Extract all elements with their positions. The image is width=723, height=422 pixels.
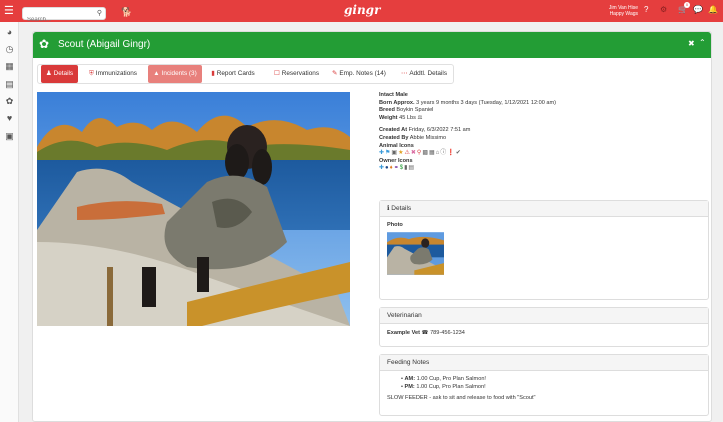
shield-icon: ⛨ bbox=[89, 70, 94, 77]
user-menu[interactable]: Jim Van Hise Happy Wags bbox=[604, 5, 638, 17]
pet-info: Intact Male Born Approx. 3 years 9 month… bbox=[379, 92, 709, 173]
breed-value: Boykin Spaniel bbox=[396, 107, 434, 114]
check-icon[interactable]: ✔ bbox=[456, 150, 462, 156]
weight-label: Weight bbox=[379, 114, 398, 121]
tab-label: Details bbox=[53, 70, 74, 77]
search-input[interactable] bbox=[23, 14, 93, 26]
created-by-label: Created By bbox=[379, 134, 409, 141]
top-navbar: ☰ ⚲ 🐕 gingr Jim Van Hise Happy Wags ? ⚙ … bbox=[0, 0, 723, 26]
warning-icon: ▲ bbox=[153, 70, 160, 77]
pet-sex: Intact Male bbox=[379, 92, 408, 98]
born-label: Born Approx. bbox=[379, 99, 415, 106]
feeding-pm: • PM: 1.00 Cup, Pro Plan Salmon! bbox=[401, 383, 486, 390]
book-icon[interactable]: ▣ bbox=[4, 131, 15, 142]
pet-photo-thumbnail[interactable] bbox=[387, 231, 444, 275]
tab-label: Emp. Notes (14) bbox=[339, 70, 386, 77]
scale-icon: ⚖ bbox=[417, 114, 423, 121]
am-value: 1.00 Cup, Pro Plan Salmon! bbox=[416, 376, 486, 382]
photo-label: Photo bbox=[387, 222, 403, 228]
pm-value: 1.00 Cup, Pro Plan Salmon! bbox=[416, 383, 486, 390]
tab-label: Report Cards bbox=[216, 70, 255, 77]
tab-details[interactable]: ♟ Details bbox=[41, 65, 78, 83]
tab-label: Reservations bbox=[281, 70, 320, 77]
tab-incidents[interactable]: ▲ Incidents (3) bbox=[148, 65, 202, 83]
feeding-card-header: Feeding Notes bbox=[380, 355, 708, 371]
user-org: Happy Wags bbox=[609, 11, 638, 17]
pet-tabs: ♟ Details ⛨ Immunizations ▲ Incidents (3) ▮… bbox=[37, 64, 454, 84]
owner-icons-label: Owner Icons bbox=[379, 157, 413, 164]
vet-phone[interactable]: 789-456-1234 bbox=[430, 330, 465, 336]
phone-icon: ☎ bbox=[421, 330, 429, 336]
vet-name: Example Vet bbox=[387, 330, 420, 336]
sidebar: ◕ ◷ ▦ ▤ ✿ ♥ ▣ bbox=[0, 22, 19, 422]
dog-icon[interactable]: 🐕 bbox=[121, 7, 132, 18]
created-at-label: Created At bbox=[379, 127, 408, 134]
grid-icon[interactable]: ▦ bbox=[429, 150, 436, 156]
tab-emp-notes[interactable]: ✎ Emp. Notes (14) bbox=[331, 65, 387, 83]
animal-icons-row: ✚⚑▣★⚠✖⚲▩▦⌂ⓘ❗✔ bbox=[379, 150, 709, 158]
created-by-value: Abbie Missimo bbox=[409, 134, 447, 141]
dashboard-icon[interactable]: ◕ bbox=[4, 27, 15, 38]
chat-icon[interactable]: 💬 bbox=[693, 5, 703, 15]
help-icon[interactable]: ? bbox=[644, 5, 648, 15]
cart-count-badge: 0 bbox=[684, 2, 690, 8]
heart-icon[interactable]: ♥ bbox=[4, 113, 15, 124]
app-logo[interactable]: gingr bbox=[344, 3, 380, 17]
paw-icon: ✿ bbox=[39, 37, 50, 51]
pm-label: PM: bbox=[404, 383, 415, 390]
info-icon: ℹ bbox=[387, 205, 390, 212]
am-label: AM: bbox=[404, 376, 416, 382]
born-value: 3 years 9 months 3 days (Tuesday, 1/12/2… bbox=[416, 99, 557, 106]
tab-addtl-details[interactable]: ⋯ Addtl. Details bbox=[399, 65, 449, 83]
clock-icon[interactable]: ◷ bbox=[4, 44, 15, 55]
pet-panel: ✿ Scout (Abigail Gingr) ✖ ⌃ ♟ Details ⛨ Im… bbox=[32, 31, 712, 422]
gear-icon[interactable]: ⚙ bbox=[660, 5, 667, 15]
feeding-notes-card: Feeding Notes • AM: 1.00 Cup, Pro Plan S… bbox=[379, 354, 709, 416]
tab-reservations[interactable]: ☐ Reservations bbox=[269, 65, 324, 83]
tab-label: Incidents (3) bbox=[161, 70, 197, 77]
panel-header: ✿ Scout (Abigail Gingr) ✖ ⌃ bbox=[33, 32, 711, 58]
bell-icon[interactable]: 🔔 bbox=[708, 5, 718, 15]
image-icon[interactable]: ▩ bbox=[422, 150, 429, 156]
chevron-up-icon[interactable]: ⌃ bbox=[699, 38, 706, 47]
veterinarian-card: Veterinarian Example Vet ☎ 789-456-1234 bbox=[379, 307, 709, 347]
tab-immunizations[interactable]: ⛨ Immunizations bbox=[84, 65, 142, 83]
pet-title: Scout (Abigail Gingr) bbox=[58, 39, 151, 50]
user-icon: ♟ bbox=[45, 70, 52, 77]
pencil-icon: ✎ bbox=[332, 70, 338, 77]
search-box[interactable]: ⚲ bbox=[22, 7, 106, 26]
tab-report-cards[interactable]: ▮ Report Cards bbox=[208, 65, 258, 83]
card-title: Details bbox=[391, 205, 412, 212]
breed-label: Breed bbox=[379, 107, 395, 114]
ellipsis-icon: ⋯ bbox=[400, 70, 408, 77]
card-icon[interactable]: ▤ bbox=[408, 165, 415, 171]
tab-label: Immunizations bbox=[95, 70, 137, 77]
owner-icons-row: ✚●♦⚭$▮▤ bbox=[379, 165, 709, 173]
weight-value: 45 Lbs bbox=[399, 114, 416, 121]
animal-icons-label: Animal Icons bbox=[379, 142, 414, 149]
vet-card-header: Veterinarian bbox=[380, 308, 708, 324]
menu-icon[interactable]: ☰ bbox=[4, 5, 16, 17]
created-at-value: Friday, 6/3/2022 7:51 am bbox=[408, 127, 471, 134]
details-card: ℹ Details Photo bbox=[379, 200, 709, 300]
calendar-check-icon: ☐ bbox=[273, 70, 280, 77]
paw-icon[interactable]: ✿ bbox=[4, 96, 15, 107]
id-card-icon[interactable]: ▤ bbox=[4, 79, 15, 90]
feeding-note: SLOW FEEDER - ask to sit and release to … bbox=[387, 395, 536, 401]
file-icon: ▮ bbox=[211, 70, 215, 77]
search-icon[interactable]: ⚲ bbox=[97, 9, 102, 17]
details-card-header: ℹ Details bbox=[380, 201, 708, 217]
pet-photo bbox=[37, 92, 350, 326]
exclamation-icon[interactable]: ❗ bbox=[447, 150, 455, 156]
close-icon[interactable]: ✖ bbox=[688, 39, 695, 48]
tab-label: Addtl. Details bbox=[409, 70, 448, 77]
calendar-icon[interactable]: ▦ bbox=[4, 61, 15, 72]
feeding-am: • AM: 1.00 Cup, Pro Plan Salmon! bbox=[401, 376, 486, 382]
